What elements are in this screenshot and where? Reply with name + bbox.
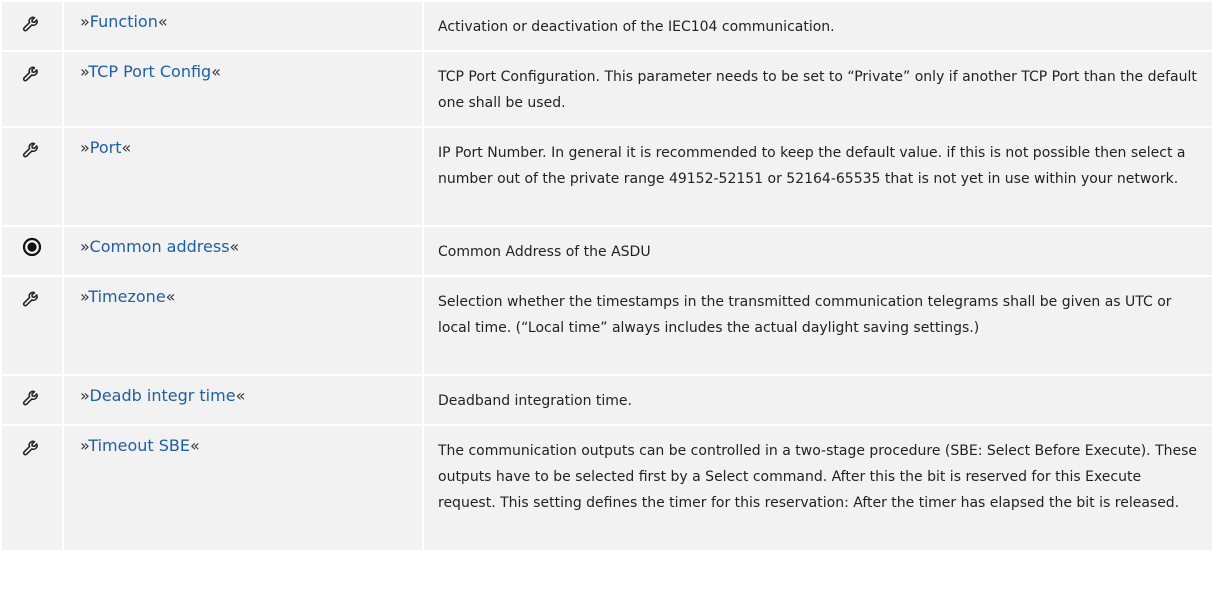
parameter-name: »Port« xyxy=(64,128,422,225)
parameter-description: TCP Port Configuration. This parameter n… xyxy=(424,52,1212,126)
wrench-icon xyxy=(21,138,43,164)
parameter-name: »Function« xyxy=(64,2,422,50)
parameter-link[interactable]: Timeout SBE xyxy=(88,436,190,455)
wrench-icon xyxy=(21,386,43,412)
table-row: »Timeout SBE« The communication outputs … xyxy=(2,426,1212,550)
icon-cell xyxy=(2,2,62,50)
parameter-name: »Deadb integr time« xyxy=(64,376,422,424)
wrench-icon xyxy=(21,62,43,88)
table-row: »Deadb integr time« Deadband integration… xyxy=(2,376,1212,424)
parameter-name: »Timeout SBE« xyxy=(64,426,422,550)
parameter-description: IP Port Number. In general it is recomme… xyxy=(424,128,1212,225)
icon-cell xyxy=(2,277,62,374)
parameter-link[interactable]: Port xyxy=(90,138,122,157)
icon-cell xyxy=(2,52,62,126)
table-row: »Common address« Common Address of the A… xyxy=(2,227,1212,275)
parameter-name: »Common address« xyxy=(64,227,422,275)
parameter-name: »Timezone« xyxy=(64,277,422,374)
table-row: »Port« IP Port Number. In general it is … xyxy=(2,128,1212,225)
parameter-description: The communication outputs can be control… xyxy=(424,426,1212,550)
parameter-link[interactable]: Deadb integr time xyxy=(90,386,236,405)
table-row: »TCP Port Config« TCP Port Configuration… xyxy=(2,52,1212,126)
parameter-description: Common Address of the ASDU xyxy=(424,227,1212,275)
icon-cell xyxy=(2,376,62,424)
icon-cell xyxy=(2,128,62,225)
table-row: »Timezone« Selection whether the timesta… xyxy=(2,277,1212,374)
target-icon xyxy=(22,237,42,261)
parameter-link[interactable]: Function xyxy=(90,12,158,31)
icon-cell xyxy=(2,426,62,550)
icon-cell xyxy=(2,227,62,275)
parameter-description: Activation or deactivation of the IEC104… xyxy=(424,2,1212,50)
wrench-icon xyxy=(21,287,43,313)
parameter-link[interactable]: Timezone xyxy=(88,287,165,306)
parameter-link[interactable]: TCP Port Config xyxy=(88,62,211,81)
parameter-name: »TCP Port Config« xyxy=(64,52,422,126)
parameter-table: »Function« Activation or deactivation of… xyxy=(0,0,1213,552)
parameter-link[interactable]: Common address xyxy=(90,237,230,256)
parameter-description: Deadband integration time. xyxy=(424,376,1212,424)
wrench-icon xyxy=(21,436,43,462)
wrench-icon xyxy=(21,12,43,38)
table-row: »Function« Activation or deactivation of… xyxy=(2,2,1212,50)
parameter-description: Selection whether the timestamps in the … xyxy=(424,277,1212,374)
